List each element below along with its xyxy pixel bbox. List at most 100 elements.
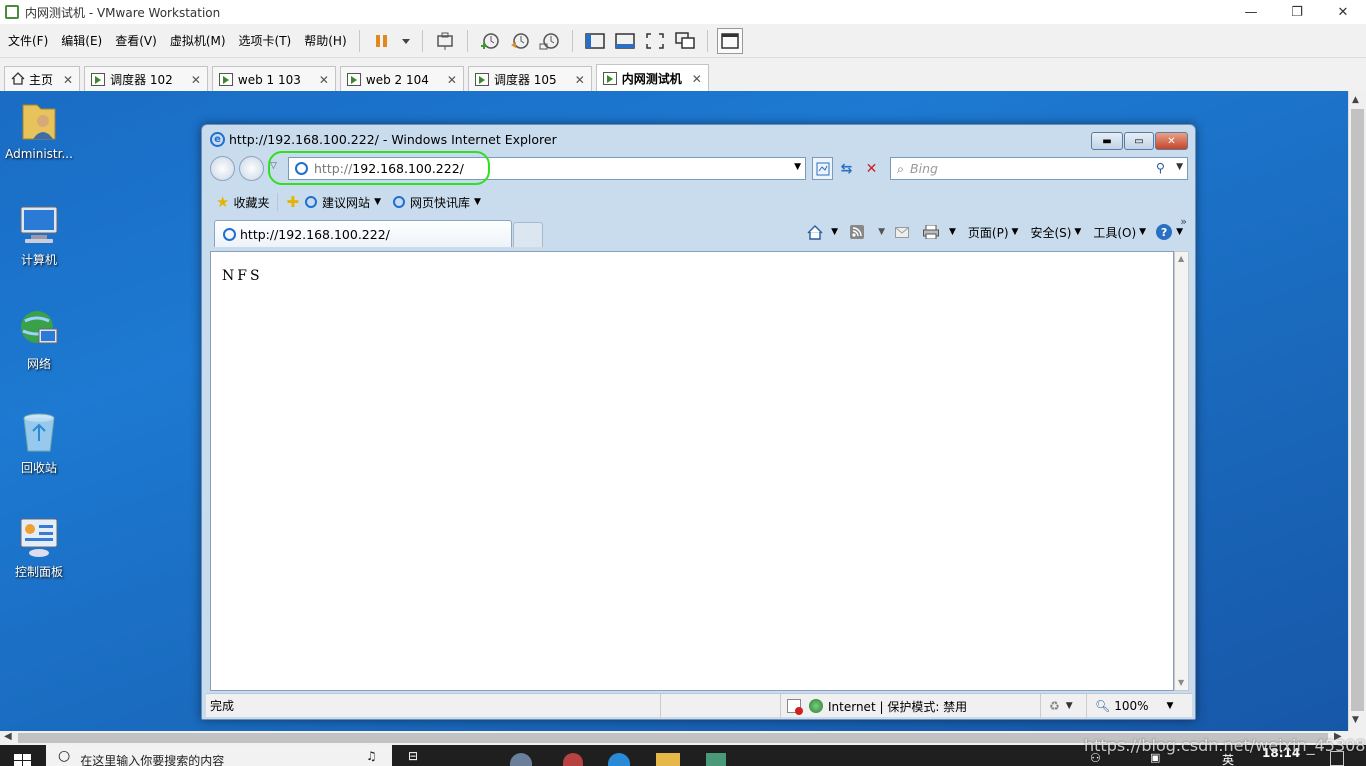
menu-help[interactable]: 帮助(H) [299, 32, 351, 49]
ie-window-title: http://192.168.100.222/ - Windows Intern… [229, 131, 557, 147]
desktop-icon-control-panel[interactable]: 控制面板 [1, 515, 77, 580]
menu-tabs[interactable]: 选项卡(T) [234, 32, 297, 49]
tab-label: 主页 [29, 73, 54, 87]
tab-vm-active[interactable]: 内网测试机 ✕ [595, 64, 709, 92]
read-mail-icon[interactable] [894, 226, 909, 238]
tab-vm[interactable]: web 1 103 ✕ [211, 66, 336, 92]
print-icon[interactable]: ▼ [922, 225, 956, 239]
desktop-icon-label: 计算机 [20, 253, 57, 267]
send-ctrl-alt-del-icon[interactable] [432, 28, 458, 54]
help-icon[interactable]: ? ▼ [1156, 224, 1183, 240]
address-dropdown-icon[interactable]: ▼ [794, 162, 801, 172]
favorites-button[interactable]: 收藏夹 [233, 194, 269, 211]
search-icon[interactable]: ⚲ [1156, 160, 1165, 175]
snapshot-take-icon[interactable] [477, 28, 503, 54]
windows-start-icon[interactable] [14, 753, 32, 766]
chevron-down-icon[interactable] [399, 28, 413, 54]
stop-icon[interactable]: ✕ [860, 157, 883, 180]
search-box[interactable]: ⌕ Bing ⚲ ▼ [890, 157, 1188, 180]
vmware-taskbar-icon[interactable] [706, 753, 726, 766]
safety-menu[interactable]: 安全(S) ▼ [1030, 224, 1081, 241]
scroll-up-icon[interactable]: ▲ [1178, 254, 1184, 263]
scroll-up-icon[interactable]: ▲ [1352, 95, 1363, 105]
favorites-bar: ★ 收藏夹 ✚ 建议网站 ▼ 网页快讯库 ▼ [202, 187, 1195, 217]
task-view-icon[interactable]: ⊟ [408, 749, 418, 763]
vertical-scrollbar[interactable]: ▲ ▼ [1348, 91, 1366, 731]
scroll-down-icon[interactable]: ▼ [1352, 715, 1363, 725]
desktop-icon-computer[interactable]: 计算机 [1, 203, 77, 268]
zoom-dropdown-icon[interactable]: ▼ [1167, 701, 1174, 711]
console-view-icon[interactable] [612, 28, 638, 54]
compatibility-view-icon[interactable] [812, 157, 833, 180]
content-scrollbar[interactable]: ▲ ▼ [1174, 251, 1189, 691]
desktop-icon-recycle-bin[interactable]: 回收站 [1, 411, 77, 476]
menu-file[interactable]: 文件(F) [3, 32, 53, 49]
taskbar-app-icon[interactable] [563, 753, 583, 766]
taskbar-app-icon[interactable] [608, 753, 630, 766]
desktop-icon-administrator[interactable]: Administr... [1, 99, 77, 161]
microphone-icon[interactable]: ♫ [366, 749, 377, 763]
search-magnifier-icon: ⌕ [897, 160, 905, 176]
protected-mode-icon[interactable]: ♻ ▼ [1040, 694, 1086, 718]
snapshot-revert-icon[interactable] [507, 28, 533, 54]
host-search-box[interactable]: ○ 在这里输入你要搜索的内容 ♫ [46, 745, 392, 766]
blocked-content-icon[interactable] [787, 699, 803, 715]
desktop-icon-network[interactable]: 网络 [1, 307, 77, 372]
search-dropdown-icon[interactable]: ▼ [1176, 162, 1183, 172]
tab-vm[interactable]: 调度器 105 ✕ [467, 66, 592, 92]
suggested-sites-link[interactable]: 建议网站 [322, 194, 370, 211]
zoom-icon: 🔍︎ [1095, 699, 1111, 713]
computer-icon [17, 203, 61, 247]
ie-restore-button[interactable]: ▭ [1124, 132, 1154, 150]
fullscreen-icon[interactable] [642, 28, 668, 54]
tab-close-icon[interactable]: ✕ [447, 73, 457, 87]
restore-button[interactable]: ❐ [1274, 0, 1320, 24]
new-tab-button[interactable] [513, 222, 543, 247]
ie-minimize-button[interactable]: ▬ [1091, 132, 1123, 150]
status-text: 完成 [210, 699, 235, 713]
minimize-button[interactable]: — [1228, 0, 1274, 24]
host-search-text: 在这里输入你要搜索的内容 [80, 754, 225, 766]
tab-close-icon[interactable]: ✕ [319, 73, 329, 87]
refresh-icon[interactable]: ⇆ [835, 157, 858, 180]
menu-vm[interactable]: 虚拟机(M) [165, 32, 231, 49]
ie-close-button[interactable]: ✕ [1155, 132, 1188, 150]
page-body-text: NFS [222, 268, 263, 284]
chevron-down-icon[interactable]: ▼ [474, 197, 481, 207]
tab-vm[interactable]: 调度器 102 ✕ [84, 66, 208, 92]
tab-vm[interactable]: web 2 104 ✕ [339, 66, 464, 92]
tab-close-icon[interactable]: ✕ [692, 72, 702, 86]
feeds-icon[interactable]: ▼ [850, 225, 885, 239]
home-icon[interactable]: ▼ [807, 224, 838, 240]
chevron-down-icon[interactable]: ▼ [374, 197, 381, 207]
menu-edit[interactable]: 编辑(E) [56, 32, 107, 49]
tab-close-icon[interactable]: ✕ [63, 73, 73, 87]
scroll-thumb[interactable] [1351, 109, 1364, 711]
menu-view[interactable]: 查看(V) [110, 32, 162, 49]
web-slice-gallery-link[interactable]: 网页快讯库 [410, 194, 470, 211]
command-bar-overflow-icon[interactable]: » [1180, 215, 1187, 228]
forward-button[interactable] [239, 156, 264, 181]
scroll-down-icon[interactable]: ▼ [1178, 678, 1184, 687]
tab-close-icon[interactable]: ✕ [575, 73, 585, 87]
back-button[interactable] [210, 156, 235, 181]
close-button[interactable]: ✕ [1320, 0, 1366, 24]
recycle-bin-icon [17, 411, 61, 455]
zoom-control[interactable]: 🔍︎ 100% ▼ [1086, 694, 1192, 718]
page-menu[interactable]: 页面(P) ▼ [968, 224, 1019, 241]
tab-home[interactable]: 主页 ✕ [4, 66, 81, 92]
snapshot-manager-icon[interactable] [537, 28, 563, 54]
ie-tab[interactable]: http://192.168.100.222/ [214, 220, 512, 247]
file-explorer-icon[interactable] [656, 753, 680, 766]
user-folder-icon [17, 99, 61, 143]
taskbar-app-icon[interactable] [510, 753, 532, 766]
tab-close-icon[interactable]: ✕ [191, 73, 201, 87]
autofit-icon[interactable] [716, 27, 743, 54]
unity-view-icon[interactable] [672, 28, 698, 54]
pause-icon[interactable] [369, 28, 395, 54]
add-favorite-icon[interactable]: ✚ [286, 193, 299, 211]
library-view-icon[interactable] [582, 28, 608, 54]
zone-text: Internet | 保护模式: 禁用 [828, 699, 968, 714]
tools-menu[interactable]: 工具(O) ▼ [1093, 224, 1146, 241]
scroll-left-icon[interactable]: ◀ [4, 731, 12, 742]
